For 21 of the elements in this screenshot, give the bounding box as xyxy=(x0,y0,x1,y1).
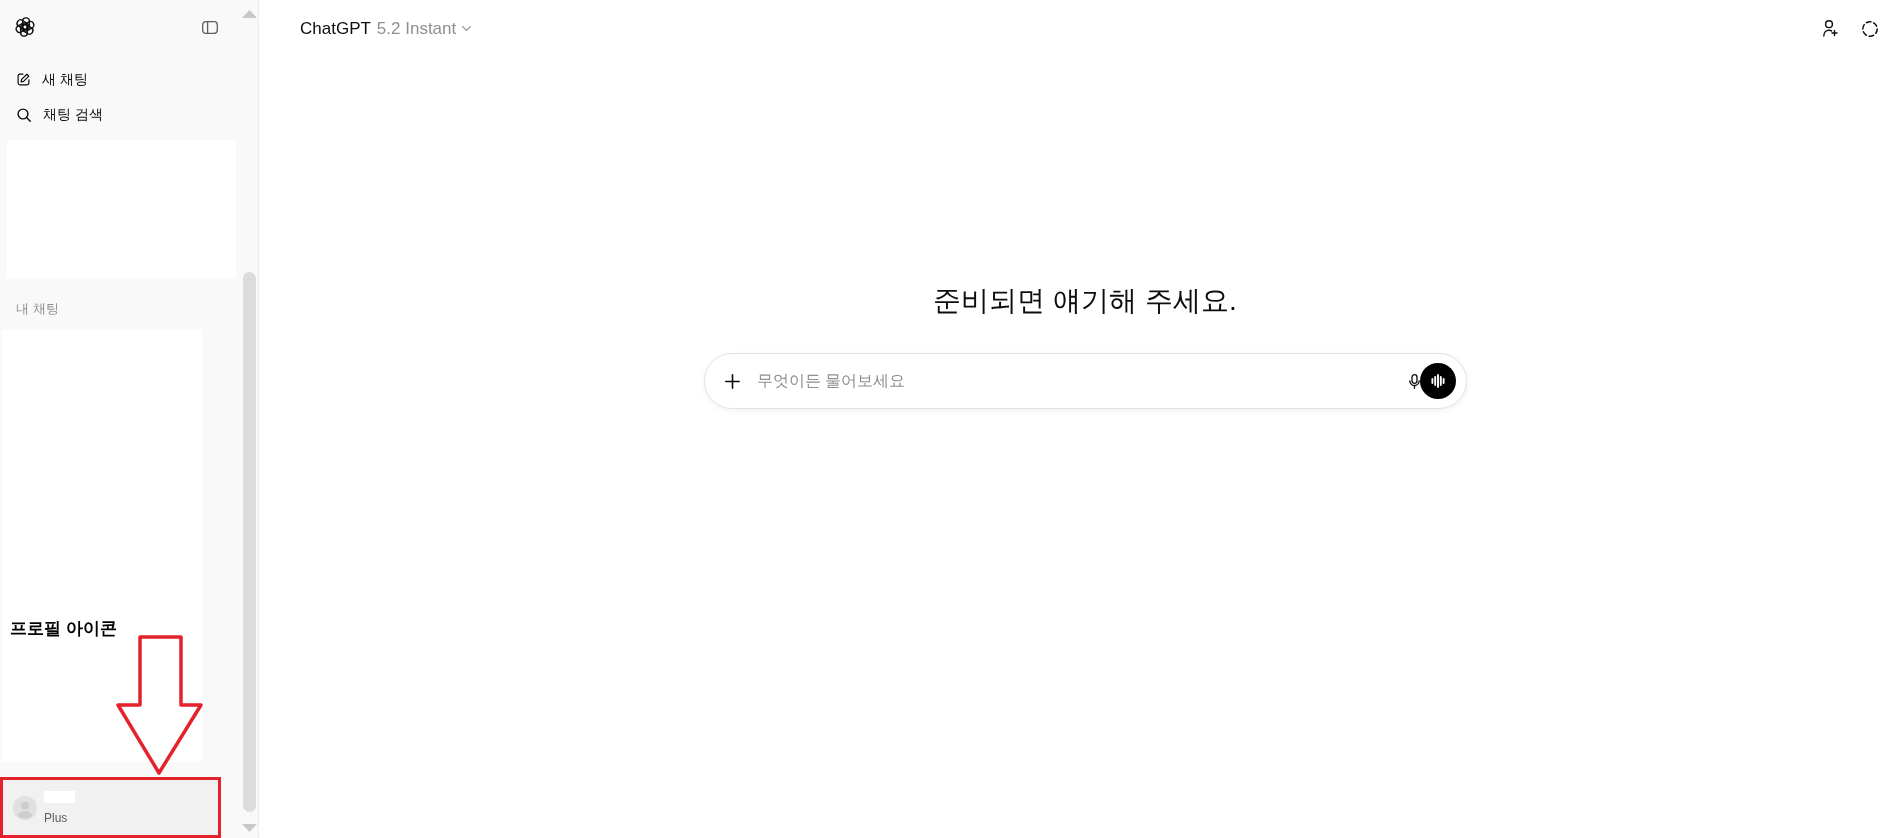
search-icon xyxy=(17,107,31,122)
chevron-down-icon xyxy=(462,26,472,31)
annotation-label: 프로필 아이콘 xyxy=(10,618,117,640)
highlight-frame[interactable]: Plus xyxy=(0,777,221,838)
plus-icon[interactable] xyxy=(724,373,740,389)
nav-item[interactable]: 새 채팅 xyxy=(0,62,240,97)
sound-wave-icon[interactable] xyxy=(1419,363,1456,399)
model-selector[interactable]: ChatGPT 5.2 Instant xyxy=(300,18,472,39)
prompt-input[interactable]: 무엇이든 물어보세요 xyxy=(756,366,1388,396)
add-person-icon[interactable] xyxy=(1823,20,1838,37)
edit-icon xyxy=(17,73,30,86)
prompt-field[interactable]: 무엇이든 물어보세요 xyxy=(703,353,1467,409)
dashed-circle-icon[interactable] xyxy=(1862,20,1878,37)
section-heading: 내 채팅 xyxy=(15,300,60,318)
logo-icon[interactable] xyxy=(15,17,35,37)
main-heading: 준비되면 얘기해 주세요. xyxy=(933,284,1237,318)
plan-label: Plus xyxy=(44,810,68,825)
scrollbar-thumb[interactable] xyxy=(242,272,256,812)
microphone-icon[interactable] xyxy=(1408,373,1420,389)
nav-item[interactable]: 채팅 검색 xyxy=(0,97,240,132)
sidebar-toggle-icon[interactable] xyxy=(202,20,218,34)
